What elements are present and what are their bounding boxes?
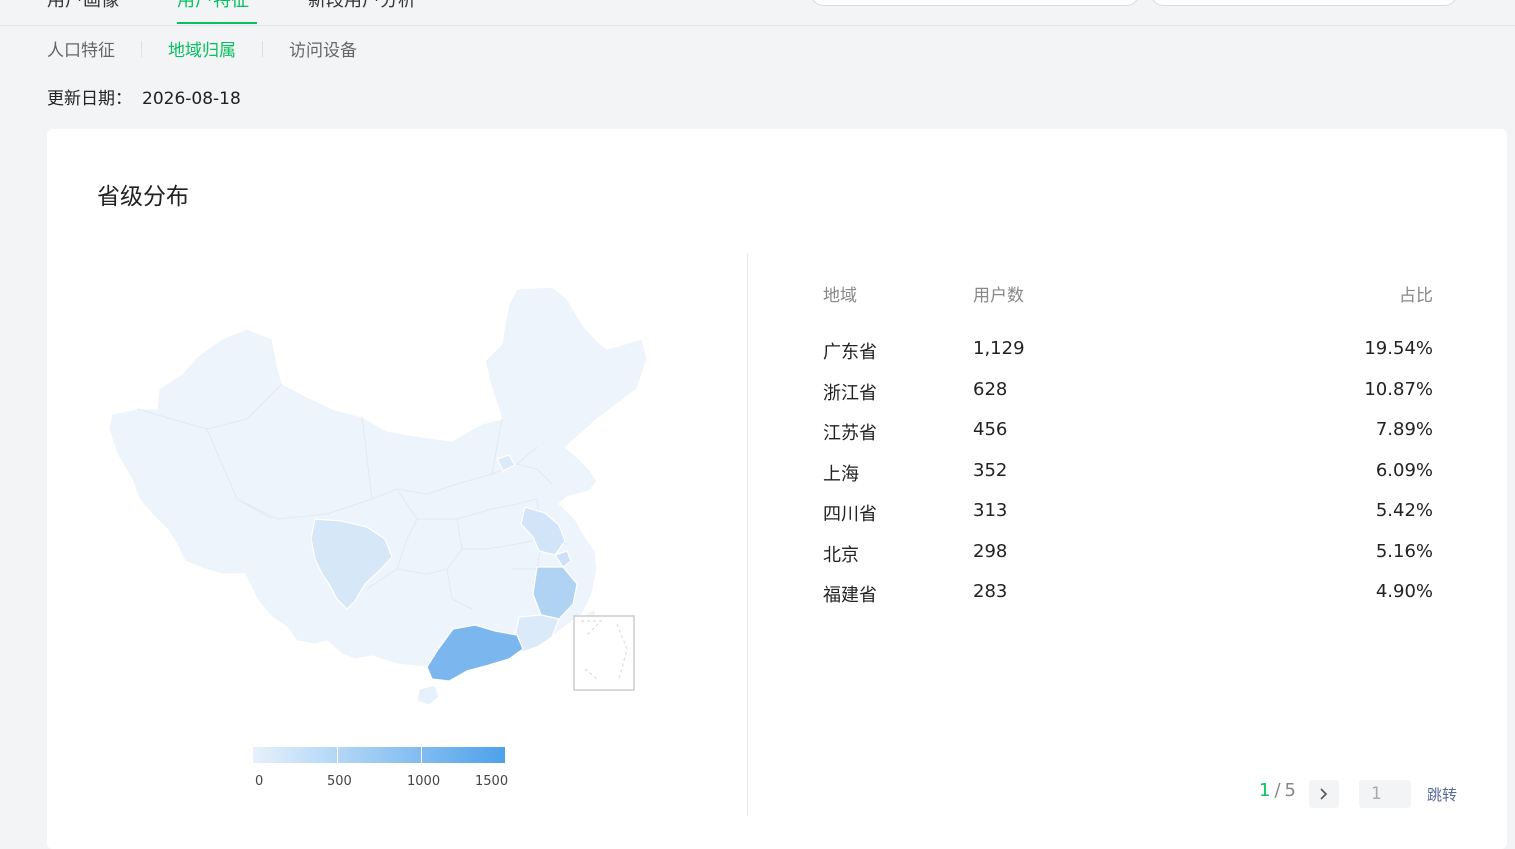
legend-label-500: 500 bbox=[327, 774, 352, 789]
cell-share: 5.42% bbox=[1375, 500, 1433, 521]
header-region: 地域 bbox=[823, 286, 857, 306]
table-row: 广东省 1,129 19.54% bbox=[823, 338, 1433, 366]
tab-demographics[interactable]: 人口特征 bbox=[47, 36, 115, 61]
sub-tab-bar: 人口特征 地域归属 访问设备 bbox=[47, 36, 357, 61]
legend-label-1000: 1000 bbox=[407, 774, 441, 789]
cell-share: 5.16% bbox=[1375, 541, 1433, 562]
cell-users: 298 bbox=[973, 541, 1008, 562]
tab-devices[interactable]: 访问设备 bbox=[289, 36, 357, 61]
cell-region: 江苏省 bbox=[823, 423, 877, 444]
color-legend bbox=[253, 747, 505, 763]
panel-divider bbox=[747, 254, 748, 816]
next-page-button[interactable] bbox=[1309, 780, 1339, 808]
table-row: 北京 298 5.16% bbox=[823, 541, 1433, 569]
cell-users: 352 bbox=[973, 460, 1008, 481]
cell-users: 628 bbox=[973, 379, 1008, 400]
cell-users: 1,129 bbox=[973, 338, 1025, 359]
update-date-label: 更新日期： bbox=[47, 89, 132, 109]
top-tab-bar: 用户画像 用户特征 新段用户分析 bbox=[0, 0, 1515, 26]
cell-share: 19.54% bbox=[1364, 338, 1433, 359]
table-row: 四川省 313 5.42% bbox=[823, 500, 1433, 528]
china-map bbox=[108, 286, 648, 706]
page-indicator: 1 / 5 bbox=[1259, 780, 1296, 801]
page-separator: / bbox=[1274, 780, 1281, 801]
table-row: 上海 352 6.09% bbox=[823, 460, 1433, 488]
tab-divider bbox=[262, 40, 263, 57]
top-input-box[interactable] bbox=[810, 0, 1140, 6]
cell-users: 456 bbox=[973, 419, 1008, 440]
chevron-right-icon bbox=[1320, 788, 1328, 800]
cell-region: 浙江省 bbox=[823, 383, 877, 404]
update-date: 更新日期： 2026-08-18 bbox=[47, 84, 241, 109]
table-row: 浙江省 628 10.87% bbox=[823, 379, 1433, 407]
cell-users: 283 bbox=[973, 581, 1008, 602]
tab-divider bbox=[141, 40, 142, 57]
tab-user-features[interactable]: 用户特征 bbox=[177, 0, 249, 12]
tab-user-portrait[interactable]: 用户画像 bbox=[47, 0, 119, 12]
legend-label-1500: 1500 bbox=[475, 774, 509, 789]
table-row: 江苏省 456 7.89% bbox=[823, 419, 1433, 447]
jump-button[interactable]: 跳转 bbox=[1427, 784, 1457, 805]
top-search-box[interactable] bbox=[1150, 0, 1458, 6]
cell-share: 6.09% bbox=[1375, 460, 1433, 481]
cell-share: 7.89% bbox=[1375, 419, 1433, 440]
cell-share: 10.87% bbox=[1364, 379, 1433, 400]
province-distribution-card: 省级分布 0 500 1000 1500 地域 用户数 占比 广东省 1,129… bbox=[47, 129, 1507, 849]
cell-share: 4.90% bbox=[1375, 581, 1433, 602]
cell-region: 福建省 bbox=[823, 585, 877, 606]
cell-region: 北京 bbox=[823, 545, 859, 566]
cell-users: 313 bbox=[973, 500, 1008, 521]
south-sea-inset bbox=[573, 615, 635, 691]
total-pages: 5 bbox=[1284, 780, 1296, 801]
header-share: 占比 bbox=[1399, 286, 1433, 306]
tab-new-user-analysis[interactable]: 新段用户分析 bbox=[308, 0, 416, 12]
cell-region: 广东省 bbox=[823, 342, 877, 363]
map-region-hainan bbox=[416, 684, 440, 706]
cell-region: 四川省 bbox=[823, 504, 877, 525]
cell-region: 上海 bbox=[823, 464, 859, 485]
current-page: 1 bbox=[1259, 780, 1271, 801]
legend-label-0: 0 bbox=[255, 774, 264, 789]
table-row: 福建省 283 4.90% bbox=[823, 581, 1433, 609]
update-date-value: 2026-08-18 bbox=[142, 89, 241, 109]
header-users: 用户数 bbox=[973, 286, 1024, 306]
tab-region[interactable]: 地域归属 bbox=[168, 36, 236, 61]
page-jump-input[interactable] bbox=[1359, 780, 1411, 808]
active-tab-indicator bbox=[177, 22, 257, 24]
card-title: 省级分布 bbox=[97, 184, 189, 210]
